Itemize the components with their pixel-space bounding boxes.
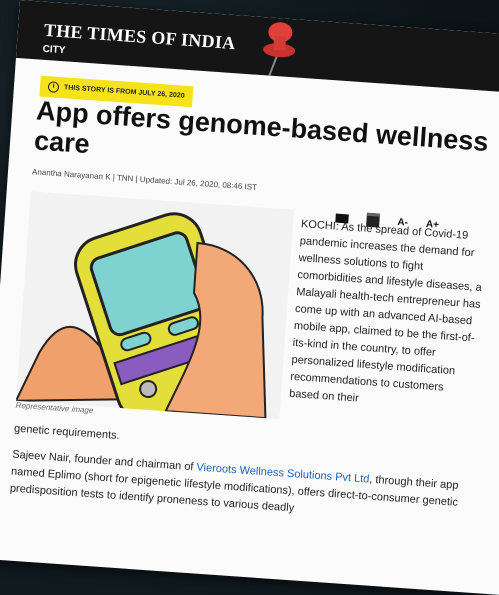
section-label[interactable]: CITY bbox=[42, 44, 65, 57]
clock-icon bbox=[47, 81, 60, 93]
date-badge-text: THIS STORY IS FROM JULY 26, 2020 bbox=[63, 84, 185, 100]
masthead-logo[interactable]: THE TIMES OF INDIA bbox=[43, 20, 236, 54]
article-byline: Anantha Narayanan K | TNN | Updated: Jul… bbox=[31, 167, 258, 192]
article-illustration bbox=[16, 191, 295, 420]
article-card: THE TIMES OF INDIA CITY THIS STORY IS FR… bbox=[0, 0, 499, 595]
article-paragraph-side: KOCHI: As the spread of Covid-19 pandemi… bbox=[288, 218, 483, 405]
push-pin-icon bbox=[263, 22, 296, 76]
